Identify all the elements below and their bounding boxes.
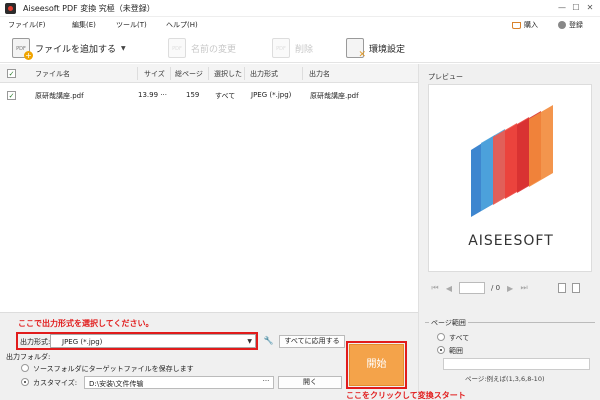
range-all-radio[interactable]	[437, 333, 445, 341]
chevron-down-icon: ▼	[247, 338, 252, 345]
document-icon[interactable]	[558, 283, 567, 293]
user-icon	[558, 21, 566, 29]
header-file-name[interactable]: ファイル名	[35, 69, 70, 79]
title-bar: Aiseesoft PDF 変換 究極（未登録） — ☐ ✕	[0, 0, 600, 17]
row-file-name: 原研哉講座.pdf	[35, 92, 84, 100]
last-page-icon[interactable]: ⏭	[520, 283, 528, 293]
range-input[interactable]	[443, 358, 590, 370]
delete-icon: PDF	[272, 38, 290, 58]
file-list: ✓ ファイル名 サイズ 総ページ 選択した 出力形式 出力名 ✓ 原研哉講座.p…	[0, 64, 418, 312]
source-folder-radio[interactable]	[21, 364, 29, 372]
header-format[interactable]: 出力形式	[250, 69, 278, 79]
app-logo-icon	[5, 3, 16, 14]
first-page-icon[interactable]: ⏮	[431, 283, 439, 293]
menu-file[interactable]: ファイル(F)	[8, 20, 46, 30]
close-icon[interactable]: ✕	[584, 2, 596, 14]
purchase-link[interactable]: 購入	[512, 20, 538, 30]
menu-help[interactable]: ヘルプ(H)	[166, 20, 198, 30]
menu-tools[interactable]: ツール(T)	[116, 20, 147, 30]
start-button[interactable]: 開始	[349, 344, 404, 386]
format-annotation: ここで出力形式を選択してください。	[18, 319, 154, 328]
minimize-icon[interactable]: —	[556, 2, 568, 14]
browse-button[interactable]: ···	[258, 376, 274, 389]
add-file-button[interactable]: PDF + ファイルを追加する ▼	[12, 37, 126, 60]
rename-icon: PDF	[168, 38, 186, 58]
row-selected: すべて	[215, 92, 236, 100]
page-navigation: ⏮ ◀ / 0 ▶ ⏭	[431, 281, 591, 295]
custom-folder-label: カスタマイズ:	[33, 379, 78, 387]
settings-icon	[346, 38, 366, 60]
table-row[interactable]: ✓ 原研哉講座.pdf 13.99 ··· 159 すべて JPEG (*.jp…	[0, 86, 418, 105]
row-checkbox[interactable]: ✓	[7, 91, 16, 100]
settings-button[interactable]: 環境設定	[346, 37, 406, 60]
row-size: 13.99 ···	[138, 91, 167, 99]
menu-bar: ファイル(F) 編集(E) ツール(T) ヘルプ(H) 購入 登録	[0, 17, 600, 33]
cart-icon	[512, 21, 521, 29]
file-list-header: ✓ ファイル名 サイズ 総ページ 選択した 出力形式 出力名	[0, 64, 418, 83]
custom-folder-radio[interactable]	[21, 378, 29, 386]
window-controls: — ☐ ✕	[556, 2, 596, 14]
page-number-input[interactable]	[459, 282, 485, 294]
row-output-name: 原研哉講座.pdf	[310, 92, 359, 100]
rename-label: 名前の変更	[191, 44, 237, 55]
page-total: / 0	[491, 284, 501, 292]
row-pages: 159	[186, 91, 200, 99]
toolbar: PDF+ ファイルを追加する ▼ PDF 名前の変更 PDF 削除 環境設定	[0, 33, 600, 63]
rename-button[interactable]: PDF 名前の変更	[168, 37, 236, 59]
select-all-checkbox[interactable]: ✓	[7, 69, 16, 78]
preview-box: AISEESOFT	[428, 84, 592, 272]
menu-edit[interactable]: 編集(E)	[72, 20, 96, 30]
delete-label: 削除	[295, 44, 314, 55]
copy-icon[interactable]	[572, 283, 581, 293]
chevron-down-icon[interactable]: ▼	[121, 45, 126, 52]
range-custom-radio[interactable]	[437, 346, 445, 354]
prev-page-icon[interactable]: ◀	[445, 284, 453, 293]
preview-title: プレビュー	[428, 73, 463, 81]
page-range-title: ページ範囲	[429, 318, 468, 328]
row-format: JPEG (*.jpg)	[251, 91, 292, 99]
folder-label: 出力フォルダ:	[6, 353, 51, 361]
output-path-input[interactable]: D:\安装\文件传输	[84, 376, 274, 389]
header-selected[interactable]: 選択した	[214, 69, 242, 79]
source-folder-label: ソースフォルダにターゲットファイルを保存します	[33, 365, 194, 373]
preview-panel: プレビュー AISEESOFT ⏮ ◀ / 0 ▶ ⏭ ページ範囲 すべて 範囲…	[418, 64, 600, 400]
add-file-label: ファイルを追加する	[35, 44, 117, 55]
open-folder-button[interactable]: 開く	[278, 376, 342, 389]
format-value: JPEG (*.jpg)	[62, 338, 103, 346]
register-link[interactable]: 登録	[558, 20, 583, 30]
register-label: 登録	[569, 21, 583, 29]
wrench-icon[interactable]: 🔧	[262, 335, 275, 347]
header-size[interactable]: サイズ	[144, 69, 165, 79]
settings-label: 環境設定	[369, 44, 406, 55]
range-hint: ページ:例えば(1,3,6,8-10)	[465, 375, 545, 383]
output-path-value: D:\安装\文件传输	[89, 380, 144, 388]
brand-name: AISEESOFT	[468, 233, 554, 249]
range-all-label: すべて	[449, 334, 470, 342]
add-pdf-icon: PDF +	[12, 38, 33, 60]
format-label: 出力形式:	[20, 338, 51, 346]
output-settings: ここで出力形式を選択してください。 出力形式: JPEG (*.jpg) ▼ 🔧…	[0, 312, 466, 400]
next-page-icon[interactable]: ▶	[506, 284, 514, 293]
aiseesoft-logo-icon	[471, 105, 553, 217]
apply-all-button[interactable]: すべてに応用する	[279, 335, 345, 348]
header-pages[interactable]: 総ページ	[175, 69, 203, 79]
range-custom-label: 範囲	[449, 347, 463, 355]
header-output-name[interactable]: 出力名	[309, 69, 330, 79]
format-select[interactable]: JPEG (*.jpg) ▼	[50, 334, 256, 348]
maximize-icon[interactable]: ☐	[570, 2, 582, 14]
start-annotation: ここをクリックして変換スタート	[346, 391, 466, 400]
delete-button[interactable]: PDF 削除	[272, 37, 313, 59]
purchase-label: 購入	[524, 21, 538, 29]
window-title: Aiseesoft PDF 変換 究極（未登録）	[23, 4, 155, 13]
page-range-group: ページ範囲 すべて 範囲 ページ:例えば(1,3,6,8-10)	[425, 318, 595, 386]
